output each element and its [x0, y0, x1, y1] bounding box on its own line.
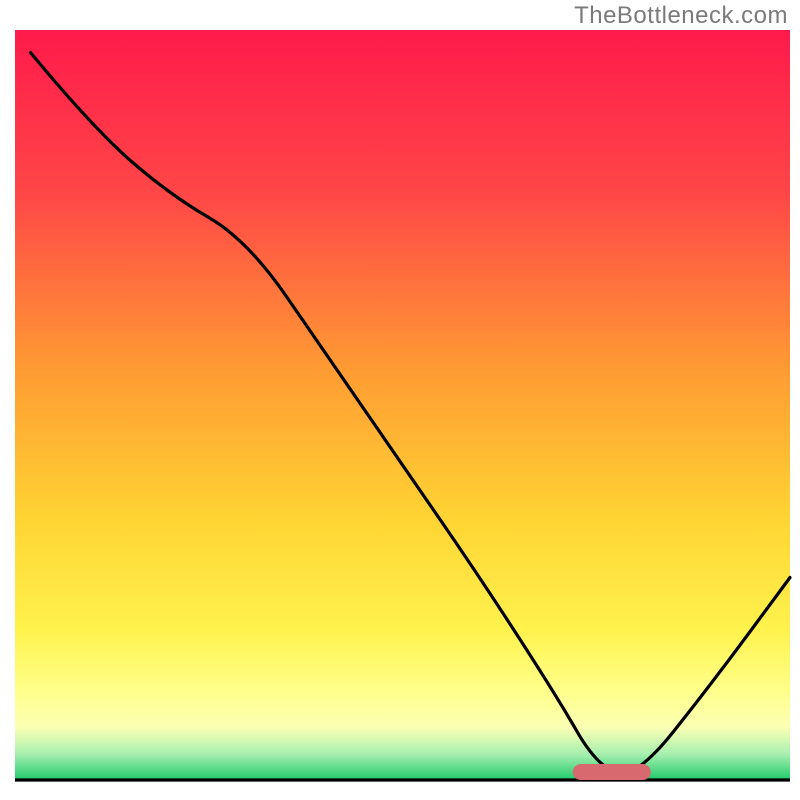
- chart-svg: [0, 0, 800, 800]
- chart-container: { "watermark": "TheBottleneck.com", "cha…: [0, 0, 800, 800]
- watermark-text: TheBottleneck.com: [574, 2, 788, 30]
- plot-background: [15, 30, 790, 780]
